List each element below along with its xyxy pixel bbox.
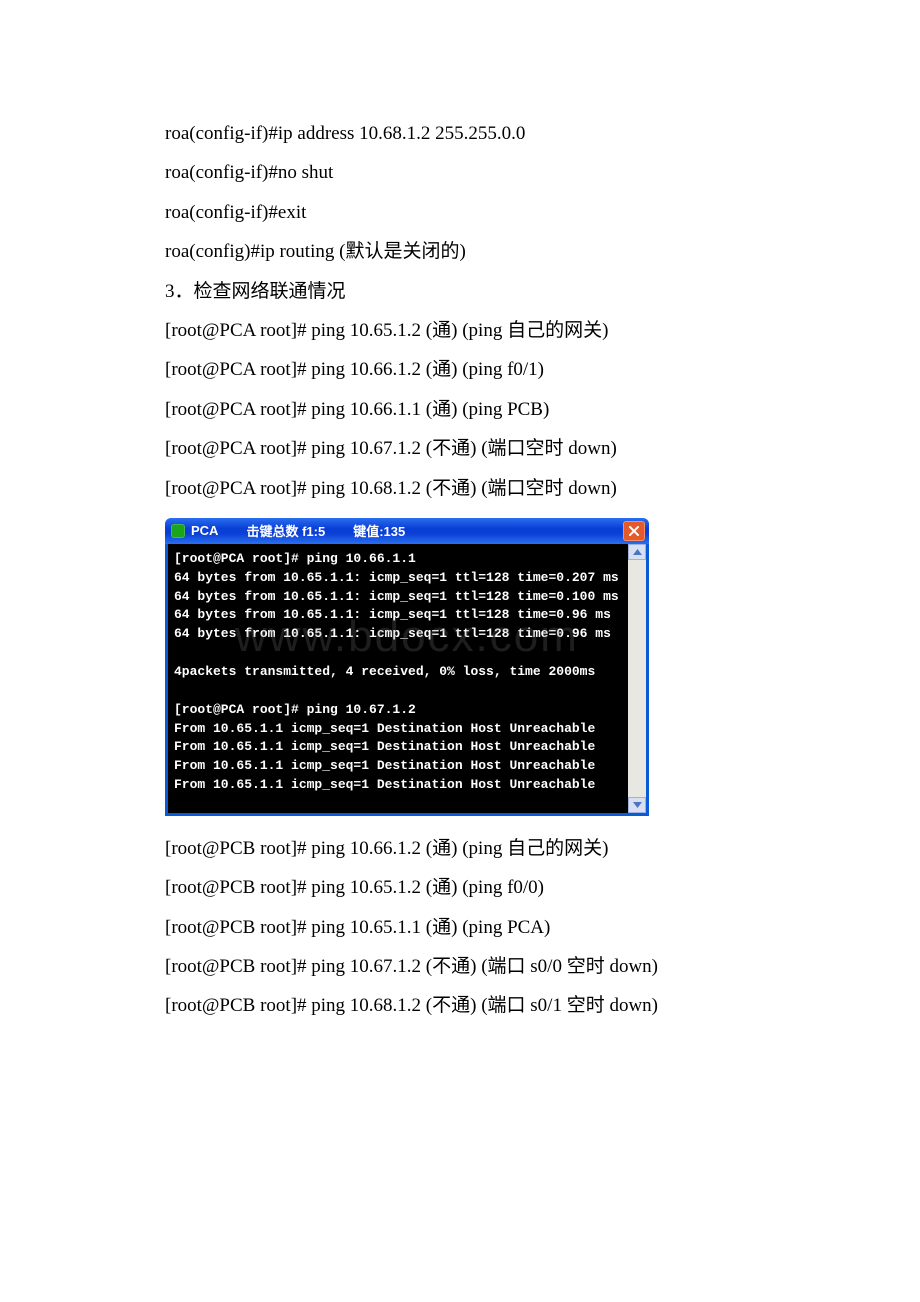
window-title-value: 键值:135: [353, 521, 405, 540]
terminal-window: PCA 击键总数 f1:5 键值:135 [root@PCA root]# pi…: [165, 518, 649, 816]
window-titlebar[interactable]: PCA 击键总数 f1:5 键值:135: [165, 518, 649, 544]
chevron-up-icon: [633, 549, 642, 555]
window-title-app: PCA: [191, 523, 218, 538]
term-line: [root@PCA root]# ping 10.66.1.1: [174, 551, 416, 566]
doc-line: [root@PCA root]# ping 10.67.1.2 (不通) (端口…: [165, 434, 755, 464]
terminal-body-wrap: [root@PCA root]# ping 10.66.1.1 64 bytes…: [165, 544, 649, 816]
chevron-down-icon: [633, 802, 642, 808]
term-line: From 10.65.1.1 icmp_seq=1 Destination Ho…: [174, 739, 595, 754]
scrollbar[interactable]: [628, 544, 646, 813]
term-line: 4packets transmitted, 4 received, 0% los…: [174, 664, 595, 679]
term-line: 64 bytes from 10.65.1.1: icmp_seq=1 ttl=…: [174, 589, 619, 604]
term-line: 64 bytes from 10.65.1.1: icmp_seq=1 ttl=…: [174, 626, 611, 641]
text-block-after: [root@PCB root]# ping 10.66.1.2 (通) (pin…: [165, 834, 755, 1022]
close-button[interactable]: [623, 521, 645, 541]
term-line: 64 bytes from 10.65.1.1: icmp_seq=1 ttl=…: [174, 607, 611, 622]
doc-line: [root@PCB root]# ping 10.68.1.2 (不通) (端口…: [165, 991, 755, 1021]
term-line: 64 bytes from 10.65.1.1: icmp_seq=1 ttl=…: [174, 570, 619, 585]
doc-line: roa(config-if)#exit: [165, 198, 755, 228]
document-page: roa(config-if)#ip address 10.68.1.2 255.…: [0, 0, 920, 1091]
term-line: [root@PCA root]# ping 10.67.1.2: [174, 702, 416, 717]
terminal-output[interactable]: [root@PCA root]# ping 10.66.1.1 64 bytes…: [168, 544, 628, 813]
scroll-up-button[interactable]: [628, 544, 646, 560]
term-line: From 10.65.1.1 icmp_seq=1 Destination Ho…: [174, 777, 595, 792]
doc-line: roa(config-if)#ip address 10.68.1.2 255.…: [165, 119, 755, 149]
term-line: From 10.65.1.1 icmp_seq=1 Destination Ho…: [174, 721, 595, 736]
doc-line: [root@PCA root]# ping 10.68.1.2 (不通) (端口…: [165, 474, 755, 504]
doc-line: roa(config-if)#no shut: [165, 158, 755, 188]
term-line: From 10.65.1.1 icmp_seq=1 Destination Ho…: [174, 758, 595, 773]
doc-line: [root@PCB root]# ping 10.67.1.2 (不通) (端口…: [165, 952, 755, 982]
text-block-before: roa(config-if)#ip address 10.68.1.2 255.…: [165, 119, 755, 504]
scroll-down-button[interactable]: [628, 797, 646, 813]
doc-line: [root@PCA root]# ping 10.65.1.2 (通) (pin…: [165, 316, 755, 346]
doc-line: [root@PCB root]# ping 10.65.1.2 (通) (pin…: [165, 873, 755, 903]
doc-line: [root@PCA root]# ping 10.66.1.1 (通) (pin…: [165, 395, 755, 425]
doc-line: [root@PCB root]# ping 10.65.1.1 (通) (pin…: [165, 913, 755, 943]
app-icon: [171, 524, 185, 538]
doc-line: roa(config)#ip routing (默认是关闭的): [165, 237, 755, 267]
close-icon: [628, 525, 640, 537]
doc-line: [root@PCB root]# ping 10.66.1.2 (通) (pin…: [165, 834, 755, 864]
doc-line: [root@PCA root]# ping 10.66.1.2 (通) (pin…: [165, 355, 755, 385]
doc-line: 3．检查网络联通情况: [165, 277, 755, 307]
window-title-keys: 击键总数 f1:5: [246, 521, 325, 540]
